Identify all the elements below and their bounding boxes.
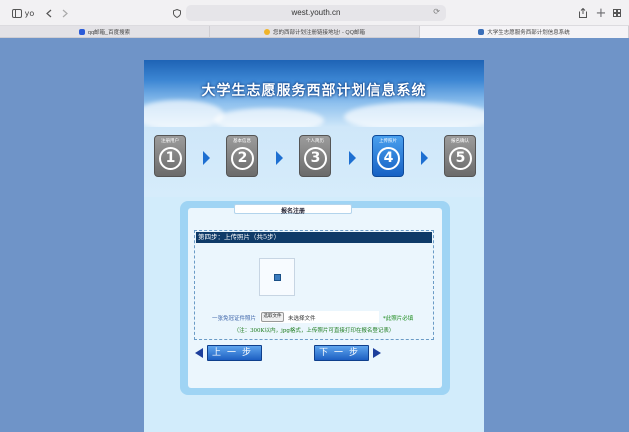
panel-header: 报名注册: [234, 204, 352, 215]
registration-page: 大学生志愿服务西部计划信息系统 注册用户 1 基本信息 2 个人简历 3 上传照…: [144, 60, 484, 432]
step-3-resume: 个人简历 3: [299, 135, 331, 177]
upload-hint: （注：300K以内，jpg格式，上传照片可直接打印在报名登记表）: [233, 328, 395, 334]
image-placeholder-icon: [274, 274, 281, 281]
tab-qq-mail[interactable]: 您的西部计划注册链接地址! - QQ邮箱: [210, 26, 420, 38]
share-button[interactable]: [578, 4, 588, 22]
step-2-basic-info: 基本信息 2: [226, 135, 258, 177]
qq-mail-icon: [264, 29, 270, 35]
step-number: 1: [159, 147, 182, 170]
panel-title: 报名注册: [280, 208, 305, 215]
step-arrow-icon: [421, 151, 428, 165]
tab-baidu[interactable]: qq邮箱_百度搜索: [0, 26, 210, 38]
step-arrow-icon: [203, 151, 210, 165]
banner-cloud: [344, 102, 484, 127]
tab-west-system[interactable]: 大学生志愿服务西部计划信息系统: [420, 26, 629, 38]
next-step-button[interactable]: 下一步: [314, 345, 369, 361]
step-label: 注册用户: [161, 139, 179, 144]
upload-section: [194, 230, 434, 340]
url-text: west.youth.cn: [291, 8, 341, 17]
photo-label: 一张免冠证件照片: [212, 316, 257, 322]
required-note: *此照片必填: [383, 316, 414, 322]
step-number: 5: [449, 147, 472, 170]
file-status: 未选择文件: [288, 316, 316, 322]
back-button[interactable]: [44, 4, 54, 22]
shield-icon: [173, 8, 181, 18]
step-number: 4: [377, 147, 400, 170]
arrow-left-icon: [195, 348, 203, 358]
step-heading: 第四步：上传照片（共5步）: [196, 232, 432, 243]
new-tab-button[interactable]: +: [595, 4, 607, 22]
profile-label: yo: [24, 8, 35, 18]
address-bar[interactable]: west.youth.cn ⟳: [186, 5, 446, 21]
chevron-left-icon: [46, 9, 52, 17]
grid-icon: [613, 9, 621, 17]
browser-toolbar: yo west.youth.cn ⟳ +: [0, 0, 629, 26]
plus-icon: +: [595, 5, 607, 21]
site-title: 大学生志愿服务西部计划信息系统: [201, 83, 427, 99]
step-4-upload-photo: 上传照片 4: [372, 135, 404, 177]
tab-strip: qq邮箱_百度搜索 您的西部计划注册链接地址! - QQ邮箱 大学生志愿服务西部…: [0, 26, 629, 38]
step-number: 3: [304, 147, 327, 170]
previous-step-button[interactable]: 上一步: [207, 345, 262, 361]
banner-cloud: [214, 108, 324, 127]
chevron-right-icon: [62, 9, 68, 17]
tab-label: 您的西部计划注册链接地址! - QQ邮箱: [273, 30, 365, 36]
tab-label: qq邮箱_百度搜索: [87, 30, 131, 36]
step-arrow-icon: [276, 151, 283, 165]
step-label: 上传照片: [379, 139, 397, 144]
step-number: 2: [231, 147, 254, 170]
step-label: 基本信息: [233, 139, 251, 144]
sidebar-icon: [11, 8, 22, 18]
tab-overview-button[interactable]: [612, 4, 622, 22]
arrow-right-icon: [373, 348, 381, 358]
tab-label: 大学生志愿服务西部计划信息系统: [487, 30, 570, 36]
sidebar-toggle-button[interactable]: yo: [8, 4, 38, 22]
baidu-icon: [78, 29, 85, 35]
privacy-button[interactable]: [172, 4, 182, 22]
step-5-confirm: 报名确认 5: [444, 135, 476, 177]
banner-cloud: [144, 100, 224, 127]
step-arrow-icon: [349, 151, 356, 165]
choose-file-button[interactable]: 选取文件: [261, 312, 284, 322]
step-label: 报名确认: [451, 139, 469, 144]
step-label: 个人简历: [306, 139, 324, 144]
reload-icon[interactable]: ⟳: [433, 7, 440, 16]
forward-button[interactable]: [60, 4, 70, 22]
share-icon: [579, 8, 587, 18]
site-icon: [478, 29, 485, 35]
step-1-register: 注册用户 1: [154, 135, 186, 177]
site-banner: 大学生志愿服务西部计划信息系统: [144, 60, 484, 127]
